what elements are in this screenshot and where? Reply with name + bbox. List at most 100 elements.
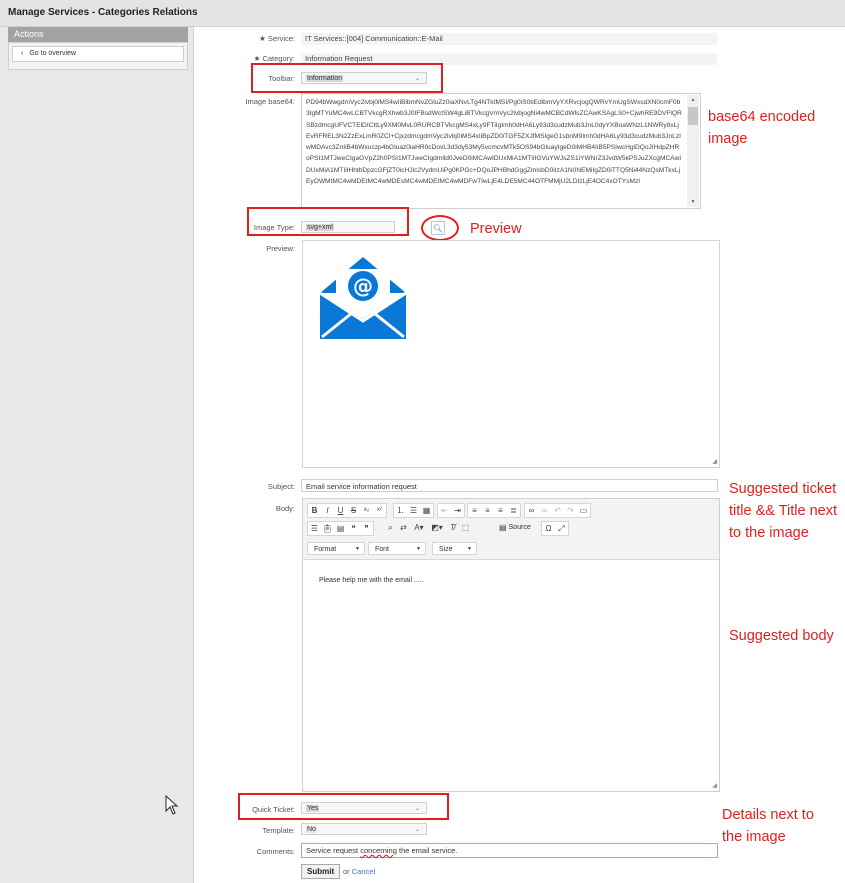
- blockquote-icon[interactable]: ❝: [347, 522, 360, 535]
- justify-icon[interactable]: ≣: [507, 504, 520, 517]
- page-title: Manage Services - Categories Relations: [8, 7, 198, 18]
- annotation-image-type-box: [247, 207, 409, 236]
- mouse-cursor-icon: [165, 795, 179, 815]
- actions-panel: Actions ‹ Go to overview: [8, 27, 188, 70]
- preview-area: @ ◢: [302, 240, 720, 468]
- search-icon[interactable]: ⌕: [384, 521, 397, 534]
- annotation-details-text: Details next to the image: [722, 807, 814, 845]
- scroll-up-icon[interactable]: ▲: [687, 95, 699, 105]
- subject-input[interactable]: Email service information request: [301, 479, 718, 492]
- category-label-text: Category:: [262, 54, 295, 63]
- font-dropdown[interactable]: Font ▼: [368, 542, 426, 555]
- bg-color-icon[interactable]: ◩▾: [428, 521, 446, 534]
- link-icon[interactable]: ∞: [525, 504, 538, 517]
- header-bar: Manage Services - Categories Relations: [0, 0, 845, 27]
- indent-icon[interactable]: ⇥: [451, 504, 464, 517]
- image-base64-label: Image base64:: [245, 97, 295, 106]
- body-editor: B I U S x₂ x² ⒈ ☰ ▦ ⇤ ⇥ ≡ ≡ ≡ ≣ ∞ ∞ ↶ ↷ …: [302, 498, 720, 792]
- subject-label: Subject:: [267, 482, 295, 491]
- image-base64-textarea[interactable]: PD94bWwgdmVyc2lvbj0iMS4wIiBlbmNvZGluZz0i…: [301, 93, 701, 209]
- replace-icon[interactable]: ⇄: [397, 521, 410, 534]
- actions-body: ‹ Go to overview: [8, 42, 188, 70]
- paste-text-icon[interactable]: ▤: [334, 522, 347, 535]
- misc-group: Ω ⤢: [541, 521, 569, 536]
- remove-format-icon[interactable]: T̸: [446, 521, 459, 534]
- size-label: Size: [439, 546, 453, 553]
- main-form: ★ Service: IT Services::[004] Communicat…: [195, 27, 845, 883]
- bullet-list-icon[interactable]: ☰: [407, 504, 420, 517]
- go-to-overview-button[interactable]: ‹ Go to overview: [12, 46, 184, 62]
- source-icon: ▤: [499, 523, 507, 532]
- table-icon[interactable]: ▦: [420, 504, 433, 517]
- or-text: or: [343, 867, 350, 876]
- textarea-scrollbar[interactable]: ▲ ▼: [687, 95, 699, 207]
- bold-icon[interactable]: B: [308, 504, 321, 517]
- annotation-preview-oval: [421, 215, 459, 241]
- clipboard-group: ☰ 📋︎ ▤ ❝ ❞: [307, 521, 374, 536]
- paste-icon[interactable]: 📋︎: [321, 522, 334, 535]
- source-label: Source: [508, 524, 531, 531]
- underline-icon[interactable]: U: [334, 504, 347, 517]
- link-group: ∞ ∞ ↶ ↷ ▭: [524, 503, 591, 518]
- template-value: No: [306, 826, 317, 833]
- svg-text:@: @: [353, 274, 373, 298]
- comments-text-spell: concerning: [360, 846, 397, 855]
- italic-icon[interactable]: I: [321, 504, 334, 517]
- strikethrough-icon[interactable]: S: [347, 504, 360, 517]
- body-text[interactable]: Please help me with the email .....: [319, 577, 424, 584]
- format-dropdown[interactable]: Format ▼: [307, 542, 365, 555]
- chevron-down-icon: ▼: [355, 546, 360, 552]
- redo-icon[interactable]: ↷: [564, 504, 577, 517]
- source-button[interactable]: ▤ Source: [499, 521, 535, 534]
- numbered-list-icon[interactable]: ⒈: [394, 504, 407, 517]
- service-value: IT Services::[004] Communication::E-Mail: [301, 33, 717, 45]
- editor-toolbar: B I U S x₂ x² ⒈ ☰ ▦ ⇤ ⇥ ≡ ≡ ≡ ≣ ∞ ∞ ↶ ↷ …: [303, 499, 719, 560]
- font-label: Font: [375, 546, 390, 553]
- chevron-down-icon: ▼: [467, 546, 472, 552]
- align-right-icon[interactable]: ≡: [494, 504, 507, 517]
- body-label: Body:: [275, 504, 295, 513]
- align-center-icon[interactable]: ≡: [481, 504, 494, 517]
- annotation-base64-text: base64 encoded image: [708, 109, 816, 147]
- undo-icon[interactable]: ↶: [551, 504, 564, 517]
- submit-button[interactable]: Submit: [301, 864, 341, 879]
- indent-group: ⇤ ⇥: [437, 503, 465, 518]
- chevron-down-icon: ⌄: [414, 827, 420, 833]
- cancel-link[interactable]: Cancel: [352, 867, 375, 876]
- sidebar: Actions ‹ Go to overview: [0, 27, 194, 883]
- resize-handle-icon[interactable]: ◢: [712, 458, 717, 465]
- text-color-icon[interactable]: A▾: [410, 521, 428, 534]
- service-label: ★ Service:: [195, 34, 295, 43]
- horizontal-line-icon[interactable]: ☰: [308, 522, 321, 535]
- align-group: ≡ ≡ ≡ ≣: [467, 503, 521, 518]
- subscript-icon[interactable]: x₂: [360, 504, 373, 517]
- outdent-icon[interactable]: ⇤: [438, 504, 451, 517]
- template-select[interactable]: No ⌄: [301, 823, 427, 835]
- annotation-toolbar-box: [251, 63, 443, 93]
- image-base64-content: PD94bWwgdmVyc2lvbj0iMS4wIiBlbmNvZGluZz0i…: [306, 99, 682, 186]
- tools-group: ⌕ ⇄ A▾ ◩▾ T̸ ⬚: [384, 521, 490, 534]
- chevron-left-icon: ‹: [21, 50, 24, 57]
- actions-title: Actions: [8, 27, 188, 42]
- category-label: ★ Category:: [195, 54, 295, 63]
- quote-icon[interactable]: ❞: [360, 522, 373, 535]
- resize-handle-icon[interactable]: ◢: [712, 782, 717, 789]
- unlink-icon[interactable]: ∞: [538, 504, 551, 517]
- superscript-icon[interactable]: x²: [373, 504, 386, 517]
- preview-label: Preview:: [266, 244, 295, 253]
- annotation-body-text: Suggested body: [729, 628, 834, 644]
- or-cancel: or Cancel: [343, 867, 375, 876]
- scroll-thumb[interactable]: [688, 107, 698, 125]
- comment-icon[interactable]: ▭: [577, 504, 590, 517]
- comments-input[interactable]: Service request concerning the email ser…: [301, 843, 718, 858]
- maximize-doc-icon[interactable]: ⬚: [459, 521, 472, 534]
- service-label-text: Service:: [267, 34, 295, 43]
- go-to-overview-label: Go to overview: [29, 50, 77, 57]
- omega-icon[interactable]: Ω: [542, 522, 555, 535]
- comments-text-suffix: the email service.: [396, 846, 458, 855]
- scroll-down-icon[interactable]: ▼: [687, 197, 699, 207]
- align-left-icon[interactable]: ≡: [468, 504, 481, 517]
- required-icon: ★: [259, 34, 268, 43]
- size-dropdown[interactable]: Size ▼: [432, 542, 477, 555]
- maximize-icon[interactable]: ⤢: [555, 522, 568, 535]
